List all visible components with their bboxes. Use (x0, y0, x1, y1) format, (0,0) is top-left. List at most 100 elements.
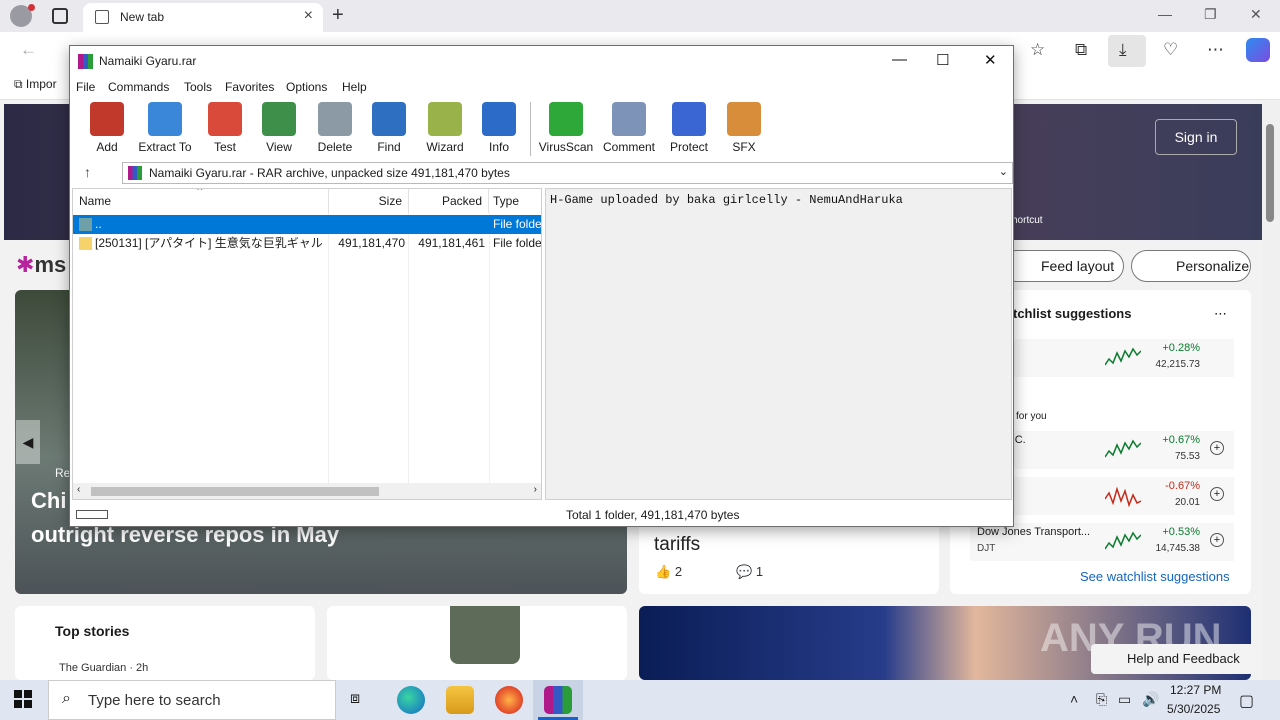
sign-in-button[interactable]: Sign in (1155, 119, 1237, 155)
find-button[interactable]: Find (360, 102, 418, 154)
stock-pct: +0.28% (1162, 342, 1200, 354)
extract-to-icon (148, 102, 182, 136)
add-button[interactable]: Add (78, 102, 136, 154)
file-list: ˄ Name Size Packed Type .. File folde [250… (72, 188, 542, 500)
tab-new-tab[interactable]: New tab × (83, 3, 323, 32)
column-name[interactable]: Name (79, 189, 329, 213)
table-row[interactable]: .. File folde (73, 215, 541, 234)
copilot-icon[interactable] (1246, 38, 1270, 62)
toolbar-separator (530, 102, 531, 156)
chevron-down-icon[interactable]: ⌄ (999, 165, 1008, 178)
favorites-bar-item[interactable]: ⧉ Impor (14, 77, 57, 92)
clock-date[interactable]: 5/30/2025 (1167, 702, 1220, 716)
column-type[interactable]: Type (493, 189, 541, 213)
volume-icon[interactable]: 🔊 (1142, 691, 1159, 708)
top-stories-source: The Guardian · 2h (59, 662, 149, 674)
add-stock-icon[interactable]: + (1210, 533, 1224, 547)
column-packed[interactable]: Packed (409, 189, 489, 213)
tab-actions-icon[interactable] (52, 8, 68, 24)
collections-icon[interactable]: ⧉ (1075, 40, 1087, 60)
cell-packed: 491,181,461 (418, 236, 485, 250)
menu-options[interactable]: Options (286, 80, 327, 94)
carousel-prev-icon[interactable]: ◀ (16, 420, 40, 464)
close-tab-icon[interactable]: × (304, 7, 313, 25)
up-folder-icon[interactable]: ↑ (84, 164, 91, 180)
tray-chevron-icon[interactable]: ˄ (1070, 691, 1078, 707)
scroll-right-icon[interactable]: › (534, 484, 537, 495)
notifications-icon[interactable]: ▢ (1239, 691, 1254, 711)
menu-favorites[interactable]: Favorites (225, 80, 274, 94)
secondary-news-title[interactable]: tariffs (654, 534, 700, 556)
page-scrollbar-thumb[interactable] (1266, 124, 1274, 222)
address-field[interactable]: Namaiki Gyaru.rar - RAR archive, unpacke… (122, 162, 1013, 184)
info-button[interactable]: Info (470, 102, 528, 154)
winrar-taskbar-icon[interactable] (544, 686, 572, 714)
clock-time[interactable]: 12:27 PM (1170, 683, 1221, 697)
menu-tools[interactable]: Tools (184, 80, 212, 94)
file-explorer-icon[interactable] (446, 686, 474, 714)
see-watchlist-link[interactable]: See watchlist suggestions (1080, 569, 1230, 584)
delete-button[interactable]: Delete (306, 102, 364, 154)
add-stock-icon[interactable]: + (1210, 487, 1224, 501)
scroll-left-icon[interactable]: ‹ (77, 484, 80, 495)
tool-label: Delete (317, 140, 353, 154)
news-title-line1[interactable]: Chi (31, 488, 66, 514)
archive-comment: H-Game uploaded by baka girlcelly - Nemu… (550, 193, 903, 207)
favorites-icon[interactable]: ☆ (1030, 40, 1045, 60)
tool-label: Wizard (426, 140, 464, 154)
personalize-button[interactable]: Personalize (1131, 250, 1251, 282)
find-icon (372, 102, 406, 136)
menu-commands[interactable]: Commands (108, 80, 169, 94)
usb-icon[interactable]: ⎘ (1096, 691, 1107, 708)
sparkline-icon (1105, 531, 1141, 550)
test-button[interactable]: Test (196, 102, 254, 154)
menu-help[interactable]: Help (342, 80, 367, 94)
view-button[interactable]: View (250, 102, 308, 154)
add-stock-icon[interactable]: + (1210, 441, 1224, 455)
winrar-title-bar[interactable]: Namaiki Gyaru.rar — ☐ ✕ (70, 46, 1013, 76)
like-count[interactable]: 👍 2 (655, 564, 682, 580)
tool-label: View (266, 140, 292, 154)
browser-minimize-icon[interactable]: — (1158, 6, 1172, 22)
minimize-icon[interactable]: — (892, 51, 907, 68)
horizontal-scrollbar[interactable]: ‹ › (73, 483, 541, 499)
maximize-icon[interactable]: ☐ (936, 51, 949, 69)
wizard-button[interactable]: Wizard (416, 102, 474, 154)
column-size[interactable]: Size (329, 189, 409, 213)
task-view-icon[interactable]: ⧈ (350, 690, 360, 708)
archive-icon (128, 166, 142, 180)
table-row[interactable]: [250131] [アパタイト] 生意気な巨乳ギャルと性... 491,181,4… (73, 234, 541, 253)
downloads-button[interactable] (1108, 35, 1146, 67)
menu-file[interactable]: File (76, 80, 95, 94)
extract-to-button[interactable]: Extract To (136, 102, 194, 154)
protect-button[interactable]: Protect (660, 102, 718, 154)
watchlist-more-icon[interactable]: ⋯ (1214, 306, 1227, 322)
new-tab-plus-icon[interactable]: + (332, 4, 344, 27)
folder-icon (79, 218, 92, 231)
stock-pct: -0.67% (1165, 480, 1200, 492)
help-feedback-button[interactable]: Help and Feedback (1091, 644, 1255, 674)
folder-icon (79, 237, 92, 250)
windows-start-icon[interactable] (14, 690, 32, 708)
stock-price: 75.53 (1174, 451, 1200, 462)
more-icon[interactable]: ⋯ (1207, 40, 1224, 60)
stock-pct: +0.67% (1162, 434, 1200, 446)
close-icon[interactable]: ✕ (984, 51, 997, 69)
stock-row[interactable]: Dow Jones Transport... DJT +0.53% 14,745.38… (970, 523, 1234, 561)
back-icon[interactable]: ← (20, 40, 37, 60)
browser-close-icon[interactable]: ✕ (1250, 6, 1262, 23)
edge-icon[interactable] (397, 686, 425, 714)
comment-count[interactable]: 💬 1 (736, 564, 763, 580)
notification-dot (28, 4, 35, 11)
network-icon[interactable]: ▭ (1118, 691, 1131, 708)
virusscan-button[interactable]: VirusScan (537, 102, 595, 154)
firefox-icon[interactable] (495, 686, 523, 714)
sfx-button[interactable]: SFX (715, 102, 773, 154)
browser-restore-icon[interactable]: ❐ (1204, 6, 1217, 23)
comment-button[interactable]: Comment (600, 102, 658, 154)
msn-logo: ✱ms (16, 252, 67, 277)
download-icon[interactable]: ⤓ (1119, 40, 1127, 60)
scrollbar-thumb[interactable] (91, 487, 379, 496)
performance-icon[interactable]: ♡ (1163, 40, 1178, 60)
feed-layout-button[interactable]: Feed layout (1000, 250, 1124, 282)
